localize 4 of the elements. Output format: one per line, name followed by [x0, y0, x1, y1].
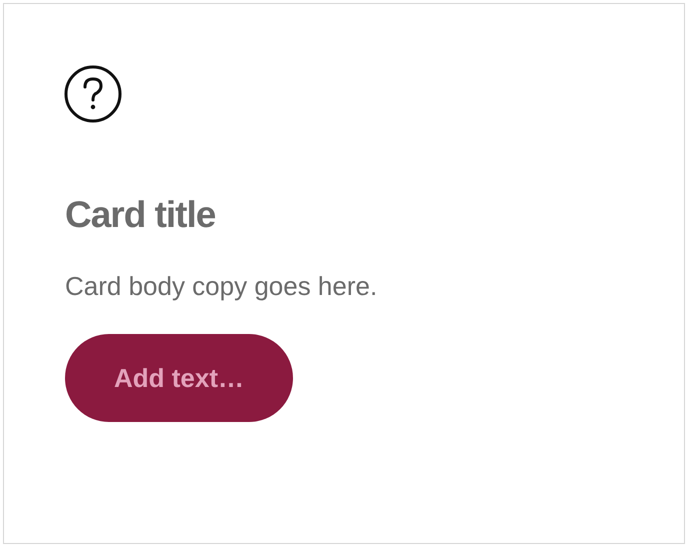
card-body-text: Card body copy goes here.	[65, 270, 378, 302]
card-title: Card title	[65, 193, 216, 237]
question-mark-icon	[64, 65, 122, 123]
add-text-button[interactable]: Add text…	[65, 334, 293, 422]
